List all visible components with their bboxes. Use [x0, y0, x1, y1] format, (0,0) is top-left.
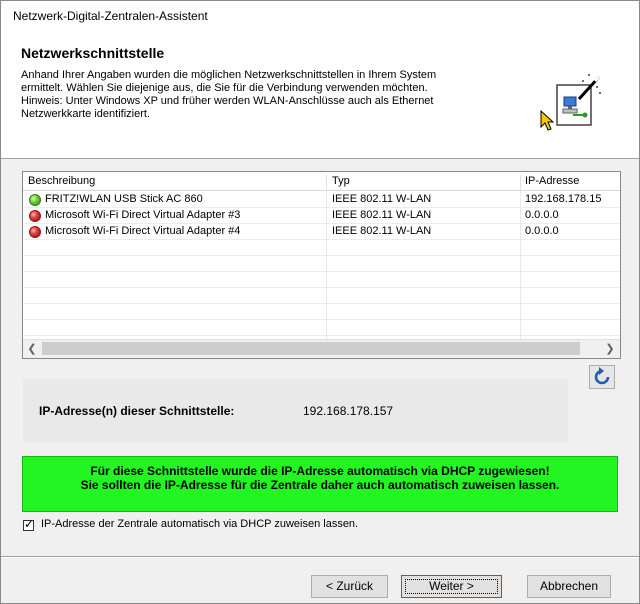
- refresh-button[interactable]: [589, 365, 615, 389]
- back-button[interactable]: < Zurück: [311, 575, 388, 598]
- refresh-icon: [594, 367, 610, 385]
- row-type: IEEE 802.11 W-LAN: [332, 193, 432, 205]
- row-type: IEEE 802.11 W-LAN: [332, 225, 432, 237]
- status-red-icon: [29, 210, 41, 222]
- row-description: Microsoft Wi-Fi Direct Virtual Adapter #…: [45, 225, 241, 237]
- title-bar: Netzwerk-Digital-Zentralen-Assistent: [1, 1, 639, 31]
- empty-row: [23, 239, 620, 256]
- status-green-icon: [29, 194, 41, 206]
- cancel-button-label: Abbrechen: [539, 579, 599, 593]
- back-button-label: < Zurück: [325, 579, 373, 593]
- wizard-network-icon: [539, 71, 601, 133]
- list-body: FRITZ!WLAN USB Stick AC 860 IEEE 802.11 …: [23, 191, 620, 339]
- scroll-left-icon[interactable]: ❮: [23, 340, 41, 358]
- table-row[interactable]: Microsoft Wi-Fi Direct Virtual Adapter #…: [23, 223, 620, 240]
- row-type: IEEE 802.11 W-LAN: [332, 209, 432, 221]
- horizontal-scrollbar[interactable]: ❮ ❯: [23, 339, 620, 358]
- scrollbar-thumb[interactable]: [42, 342, 580, 355]
- empty-row: [23, 303, 620, 320]
- dhcp-notice: Für diese Schnittstelle wurde die IP-Adr…: [22, 456, 618, 512]
- row-ip: 0.0.0.0: [525, 225, 559, 237]
- column-header-type[interactable]: Typ: [332, 175, 350, 187]
- wizard-header: Netzwerkschnittstelle Anhand Ihrer Angab…: [1, 31, 639, 159]
- table-row[interactable]: Microsoft Wi-Fi Direct Virtual Adapter #…: [23, 207, 620, 224]
- row-ip: 0.0.0.0: [525, 209, 559, 221]
- empty-row: [23, 287, 620, 304]
- empty-row: [23, 319, 620, 336]
- dhcp-checkbox[interactable]: ✓: [23, 517, 35, 531]
- page-title: Netzwerkschnittstelle: [21, 45, 165, 61]
- empty-row: [23, 271, 620, 288]
- ip-info-panel: IP-Adresse(n) dieser Schnittstelle: 192.…: [22, 378, 569, 444]
- page-description: Anhand Ihrer Angaben wurden die mögliche…: [21, 69, 437, 120]
- interface-list[interactable]: Beschreibung Typ IP-Adresse FRITZ!WLAN U…: [22, 171, 621, 359]
- checkmark-icon: ✓: [24, 517, 35, 531]
- ip-info-label: IP-Adresse(n) dieser Schnittstelle:: [39, 404, 235, 418]
- cancel-button[interactable]: Abbrechen: [527, 575, 611, 598]
- next-button[interactable]: Weiter >: [401, 575, 502, 598]
- ip-info-value: 192.168.178.157: [303, 404, 394, 418]
- row-ip: 192.168.178.15: [525, 193, 602, 205]
- column-header-description[interactable]: Beschreibung: [28, 175, 95, 187]
- row-description: FRITZ!WLAN USB Stick AC 860: [45, 193, 203, 205]
- scroll-right-icon[interactable]: ❯: [601, 340, 619, 358]
- status-red-icon: [29, 226, 41, 238]
- empty-row: [23, 255, 620, 272]
- wizard-window: Netzwerk-Digital-Zentralen-Assistent Net…: [0, 0, 640, 604]
- notice-line-1: Für diese Schnittstelle wurde die IP-Adr…: [90, 464, 550, 478]
- button-divider-highlight: [1, 557, 639, 558]
- column-header-ip[interactable]: IP-Adresse: [525, 175, 579, 187]
- notice-line-2: Sie sollten die IP-Adresse für die Zentr…: [80, 478, 560, 492]
- row-description: Microsoft Wi-Fi Direct Virtual Adapter #…: [45, 209, 241, 221]
- table-row[interactable]: FRITZ!WLAN USB Stick AC 860 IEEE 802.11 …: [23, 191, 620, 208]
- next-button-label: Weiter >: [429, 579, 474, 593]
- list-header: Beschreibung Typ IP-Adresse: [23, 172, 620, 193]
- window-title: Netzwerk-Digital-Zentralen-Assistent: [13, 9, 208, 23]
- dhcp-checkbox-label[interactable]: IP-Adresse der Zentrale automatisch via …: [41, 518, 358, 530]
